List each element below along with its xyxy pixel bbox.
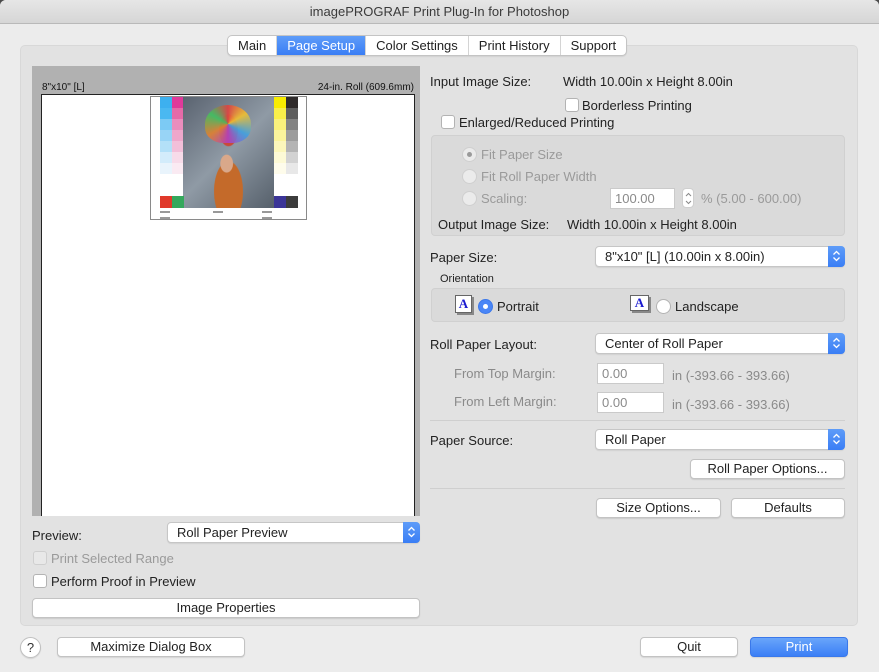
paper-size-select[interactable]: 8"x10" [L] (10.00in x 8.00in): [595, 246, 845, 267]
green-patch: [172, 196, 184, 208]
fit-roll-paper-width-label: Fit Roll Paper Width: [481, 169, 597, 184]
fit-paper-size-radio[interactable]: [462, 147, 477, 162]
chevron-up-down-icon: [828, 333, 845, 354]
preview-paper-size-label: 8"x10" [L]: [42, 82, 85, 93]
yellow-swatches: [274, 97, 286, 174]
output-image-size-value: Width 10.00in x Height 8.00in: [567, 217, 737, 232]
from-top-margin-label: From Top Margin:: [454, 366, 556, 381]
scaling-stepper[interactable]: [682, 188, 694, 208]
tab-bar: Main Page Setup Color Settings Print His…: [227, 35, 628, 56]
photo-hat: [205, 105, 251, 143]
orientation-label: Orientation: [440, 273, 494, 285]
roll-paper-options-button[interactable]: Roll Paper Options...: [690, 459, 845, 479]
input-image-size-value: Width 10.00in x Height 8.00in: [563, 74, 733, 89]
preview-roll-paper: [41, 94, 415, 516]
roll-paper-layout-value: Center of Roll Paper: [605, 336, 723, 351]
borderless-printing-checkbox[interactable]: [565, 98, 579, 112]
fit-paper-size-label: Fit Paper Size: [481, 147, 563, 162]
chevron-up-down-icon: [828, 429, 845, 450]
paper-source-select[interactable]: Roll Paper: [595, 429, 845, 450]
paper-source-label: Paper Source:: [430, 433, 514, 448]
print-plugin-window: imagePROGRAF Print Plug-In for Photoshop…: [0, 0, 879, 672]
chevron-up-down-icon: [828, 246, 845, 267]
print-info-mark: [160, 217, 170, 219]
preview-print-image: [150, 96, 307, 220]
portrait-radio[interactable]: [478, 299, 493, 314]
enlarged-reduced-checkbox[interactable]: [441, 115, 455, 129]
paper-size-value: 8"x10" [L] (10.00in x 8.00in): [605, 249, 765, 264]
from-top-margin-range: in (-393.66 - 393.66): [672, 368, 790, 383]
paper-size-label: Paper Size:: [430, 250, 498, 265]
print-info-mark: [262, 211, 272, 213]
image-properties-button[interactable]: Image Properties: [32, 598, 420, 618]
scaling-label: Scaling:: [481, 191, 528, 206]
preview-label: Preview:: [32, 528, 82, 543]
portrait-orientation-icon: A: [455, 295, 472, 313]
divider: [430, 488, 845, 489]
print-info-mark: [262, 217, 272, 219]
input-image-size-label: Input Image Size:: [430, 74, 532, 89]
preview-mode-select[interactable]: Roll Paper Preview: [167, 522, 420, 543]
tab-print-history[interactable]: Print History: [469, 36, 561, 55]
help-button[interactable]: ?: [20, 637, 41, 658]
portrait-label: Portrait: [497, 299, 539, 314]
window-title: imagePROGRAF Print Plug-In for Photoshop: [0, 0, 879, 24]
preview-roll-label: 24-in. Roll (609.6mm): [317, 82, 414, 93]
landscape-radio[interactable]: [656, 299, 671, 314]
tab-page-setup[interactable]: Page Setup: [277, 36, 367, 55]
preview-mode-value: Roll Paper Preview: [177, 525, 288, 540]
from-left-margin-input[interactable]: 0.00: [597, 392, 664, 413]
size-options-button[interactable]: Size Options...: [596, 498, 721, 518]
defaults-button[interactable]: Defaults: [731, 498, 845, 518]
dark-patch: [286, 196, 298, 208]
borderless-printing-label: Borderless Printing: [582, 98, 692, 113]
print-selected-range-label: Print Selected Range: [51, 551, 174, 566]
cyan-swatches: [160, 97, 172, 174]
scaling-input[interactable]: 100.00: [610, 188, 675, 209]
print-preview-area: 8"x10" [L] 24-in. Roll (609.6mm): [32, 66, 420, 516]
enlarged-reduced-label: Enlarged/Reduced Printing: [459, 115, 615, 130]
print-info-mark: [213, 211, 223, 213]
fit-roll-paper-width-radio[interactable]: [462, 169, 477, 184]
preview-photo: [183, 97, 274, 208]
paper-source-value: Roll Paper: [605, 432, 666, 447]
chevron-up-down-icon: [403, 522, 420, 543]
maximize-dialog-box-button[interactable]: Maximize Dialog Box: [57, 637, 245, 657]
black-swatches: [286, 97, 298, 174]
perform-proof-label: Perform Proof in Preview: [51, 574, 196, 589]
landscape-orientation-icon: A: [630, 295, 649, 311]
perform-proof-checkbox[interactable]: [33, 574, 47, 588]
landscape-label: Landscape: [675, 299, 739, 314]
roll-paper-layout-label: Roll Paper Layout:: [430, 337, 537, 352]
roll-paper-layout-select[interactable]: Center of Roll Paper: [595, 333, 845, 354]
tab-color-settings[interactable]: Color Settings: [366, 36, 469, 55]
scaling-radio[interactable]: [462, 191, 477, 206]
print-selected-range-checkbox[interactable]: [33, 551, 47, 565]
tab-main[interactable]: Main: [228, 36, 278, 55]
print-button[interactable]: Print: [750, 637, 848, 657]
divider: [430, 420, 845, 421]
print-info-mark: [160, 211, 170, 213]
blue-patch: [274, 196, 286, 208]
tab-support[interactable]: Support: [561, 36, 627, 55]
red-patch: [160, 196, 172, 208]
from-left-margin-range: in (-393.66 - 393.66): [672, 397, 790, 412]
from-left-margin-label: From Left Margin:: [454, 394, 557, 409]
output-image-size-label: Output Image Size:: [438, 217, 550, 232]
quit-button[interactable]: Quit: [640, 637, 738, 657]
from-top-margin-input[interactable]: 0.00: [597, 363, 664, 384]
scaling-range: % (5.00 - 600.00): [701, 191, 802, 206]
